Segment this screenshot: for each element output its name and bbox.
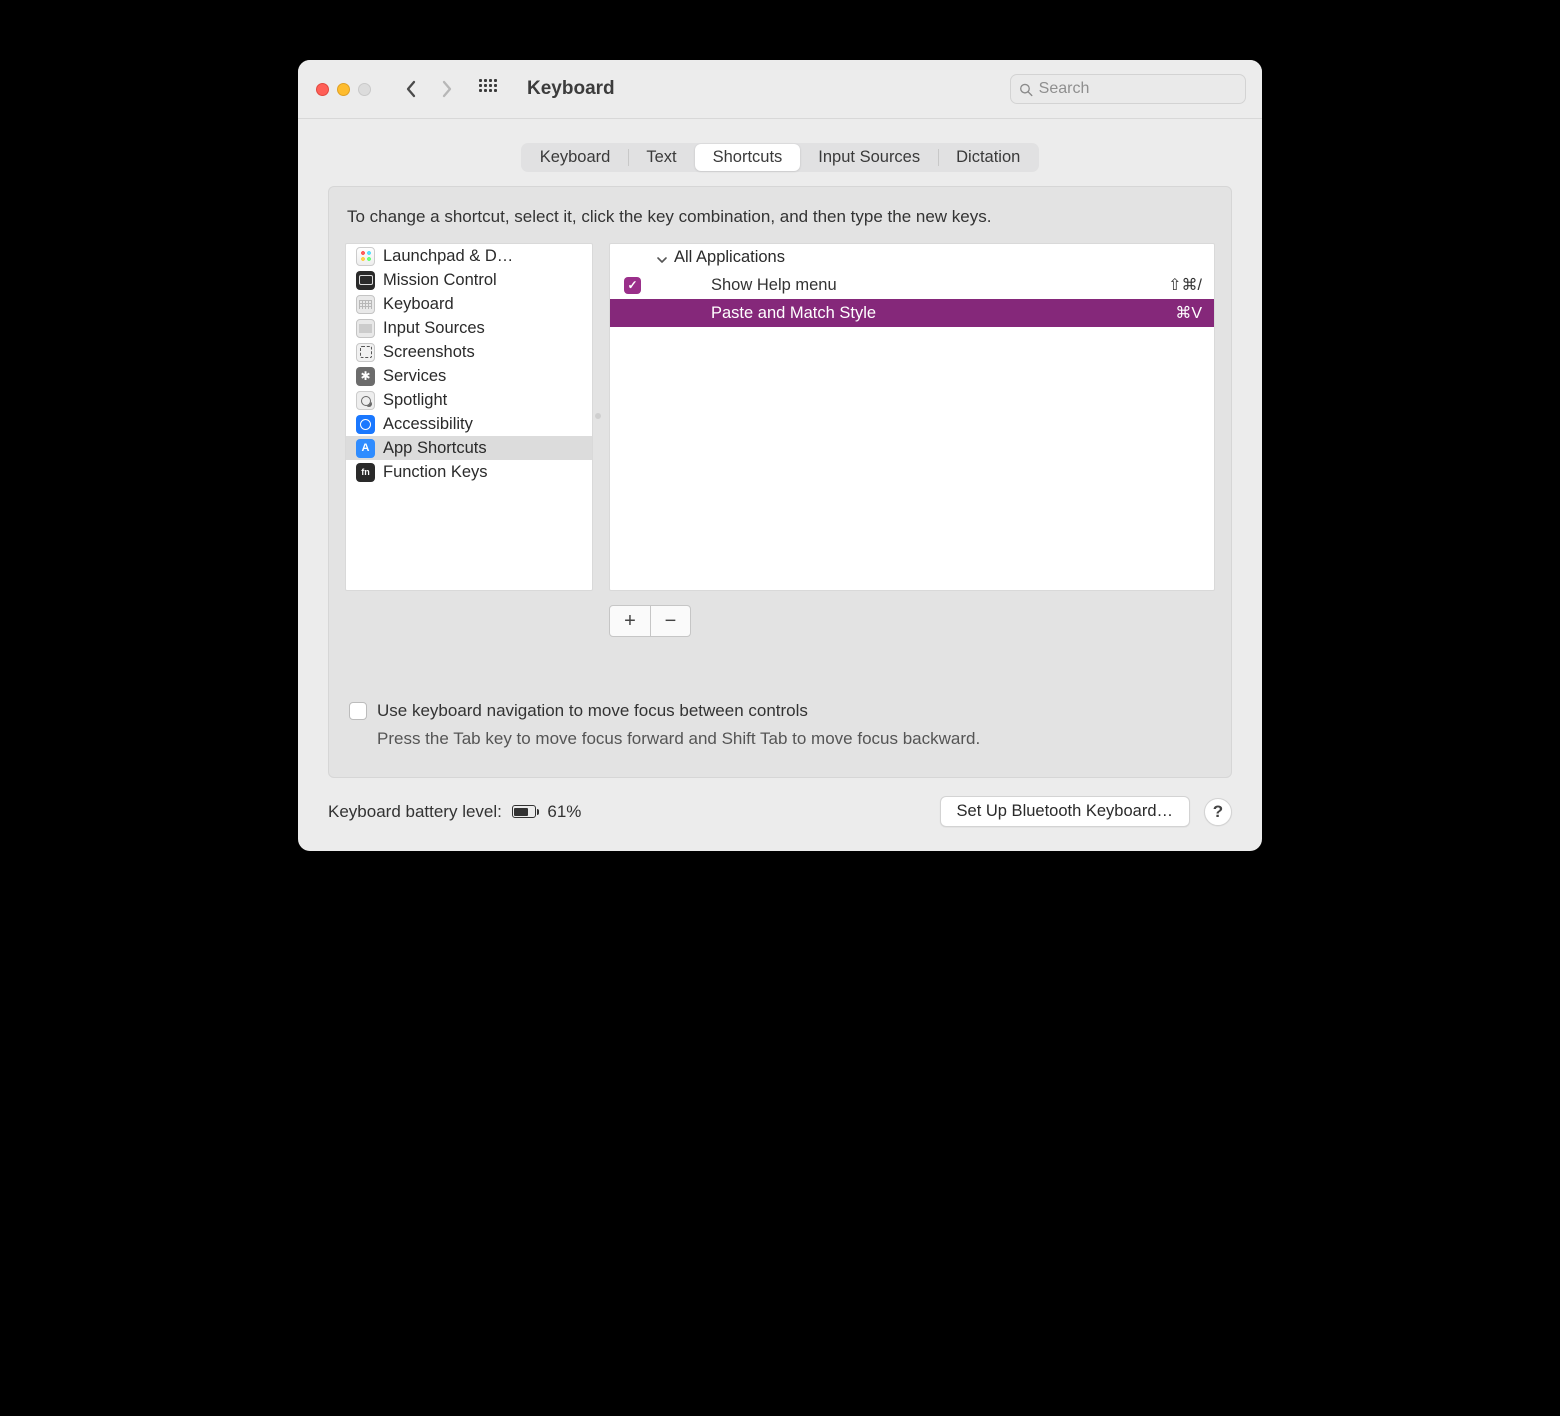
services-icon bbox=[356, 367, 375, 386]
battery-icon bbox=[512, 805, 540, 818]
shortcut-row[interactable]: Show Help menu ⇧⌘/ bbox=[610, 271, 1214, 299]
category-label: App Shortcuts bbox=[383, 439, 487, 458]
search-input[interactable] bbox=[1039, 80, 1237, 98]
tab-text[interactable]: Text bbox=[628, 144, 694, 171]
launchpad-icon bbox=[356, 247, 375, 266]
shortcuts-group-header[interactable]: All Applications bbox=[610, 244, 1214, 271]
spotlight-icon bbox=[356, 391, 375, 410]
category-mission-control[interactable]: Mission Control bbox=[346, 268, 592, 292]
category-screenshots[interactable]: Screenshots bbox=[346, 340, 592, 364]
forward-button bbox=[433, 77, 461, 101]
shortcut-name: Show Help menu bbox=[711, 276, 1168, 295]
add-remove-buttons: + − bbox=[609, 605, 691, 637]
category-label: Input Sources bbox=[383, 319, 485, 338]
minimize-icon[interactable] bbox=[337, 83, 350, 96]
window-title: Keyboard bbox=[527, 78, 615, 100]
checkbox-placeholder bbox=[624, 305, 641, 322]
tab-shortcuts[interactable]: Shortcuts bbox=[695, 144, 801, 171]
show-all-icon[interactable] bbox=[479, 79, 499, 99]
kb-nav-hint: Press the Tab key to move focus forward … bbox=[377, 729, 1215, 749]
input-sources-icon bbox=[356, 319, 375, 338]
group-label: All Applications bbox=[674, 248, 785, 267]
screenshots-icon bbox=[356, 343, 375, 362]
chevron-down-icon[interactable] bbox=[656, 252, 668, 264]
tab-input-sources[interactable]: Input Sources bbox=[800, 144, 938, 171]
back-button[interactable] bbox=[397, 77, 425, 101]
kb-nav-label: Use keyboard navigation to move focus be… bbox=[377, 701, 808, 721]
category-label: Launchpad & D… bbox=[383, 247, 513, 266]
search-icon bbox=[1019, 82, 1033, 97]
shortcuts-list[interactable]: All Applications Show Help menu ⇧⌘/ Past… bbox=[609, 243, 1215, 591]
category-app-shortcuts[interactable]: App Shortcuts bbox=[346, 436, 592, 460]
window-controls bbox=[316, 83, 371, 96]
zoom-icon bbox=[358, 83, 371, 96]
category-label: Mission Control bbox=[383, 271, 497, 290]
category-keyboard[interactable]: Keyboard bbox=[346, 292, 592, 316]
function-keys-icon bbox=[356, 463, 375, 482]
remove-button[interactable]: − bbox=[650, 606, 690, 636]
kb-nav-checkbox[interactable] bbox=[349, 702, 367, 720]
resize-handle-icon[interactable] bbox=[595, 413, 601, 419]
tab-dictation[interactable]: Dictation bbox=[938, 144, 1038, 171]
tabs-row: Keyboard Text Shortcuts Input Sources Di… bbox=[298, 119, 1262, 186]
close-icon[interactable] bbox=[316, 83, 329, 96]
toolbar: Keyboard bbox=[298, 60, 1262, 119]
shortcut-row[interactable]: Paste and Match Style ⌘V bbox=[610, 299, 1214, 327]
shortcut-name: Paste and Match Style bbox=[711, 304, 1175, 323]
category-services[interactable]: Services bbox=[346, 364, 592, 388]
category-label: Function Keys bbox=[383, 463, 488, 482]
category-label: Spotlight bbox=[383, 391, 447, 410]
category-label: Screenshots bbox=[383, 343, 475, 362]
category-function-keys[interactable]: Function Keys bbox=[346, 460, 592, 484]
search-field[interactable] bbox=[1010, 74, 1246, 104]
shortcut-keys[interactable]: ⇧⌘/ bbox=[1168, 275, 1202, 295]
tab-keyboard[interactable]: Keyboard bbox=[522, 144, 629, 171]
instruction-text: To change a shortcut, select it, click t… bbox=[347, 207, 1213, 227]
tabs: Keyboard Text Shortcuts Input Sources Di… bbox=[521, 143, 1040, 172]
checkbox[interactable] bbox=[624, 277, 641, 294]
help-button[interactable]: ? bbox=[1204, 798, 1232, 826]
app-shortcuts-icon bbox=[356, 439, 375, 458]
category-label: Keyboard bbox=[383, 295, 454, 314]
category-accessibility[interactable]: Accessibility bbox=[346, 412, 592, 436]
battery-percentage: 61% bbox=[547, 802, 581, 822]
keyboard-navigation-option: Use keyboard navigation to move focus be… bbox=[349, 701, 1215, 749]
preferences-window: Keyboard Keyboard Text Shortcuts Input S… bbox=[298, 60, 1262, 851]
accessibility-icon bbox=[356, 415, 375, 434]
setup-bluetooth-button[interactable]: Set Up Bluetooth Keyboard… bbox=[940, 796, 1190, 827]
category-launchpad[interactable]: Launchpad & D… bbox=[346, 244, 592, 268]
category-input-sources[interactable]: Input Sources bbox=[346, 316, 592, 340]
keyboard-icon bbox=[356, 295, 375, 314]
shortcut-keys[interactable]: ⌘V bbox=[1175, 303, 1202, 323]
mission-control-icon bbox=[356, 271, 375, 290]
category-label: Services bbox=[383, 367, 446, 386]
shortcuts-pane: To change a shortcut, select it, click t… bbox=[328, 186, 1232, 778]
category-label: Accessibility bbox=[383, 415, 473, 434]
category-list[interactable]: Launchpad & D… Mission Control Keyboard … bbox=[345, 243, 593, 591]
footer: Keyboard battery level: 61% Set Up Bluet… bbox=[298, 778, 1262, 851]
battery-label: Keyboard battery level: bbox=[328, 802, 502, 822]
category-spotlight[interactable]: Spotlight bbox=[346, 388, 592, 412]
add-button[interactable]: + bbox=[610, 606, 650, 636]
